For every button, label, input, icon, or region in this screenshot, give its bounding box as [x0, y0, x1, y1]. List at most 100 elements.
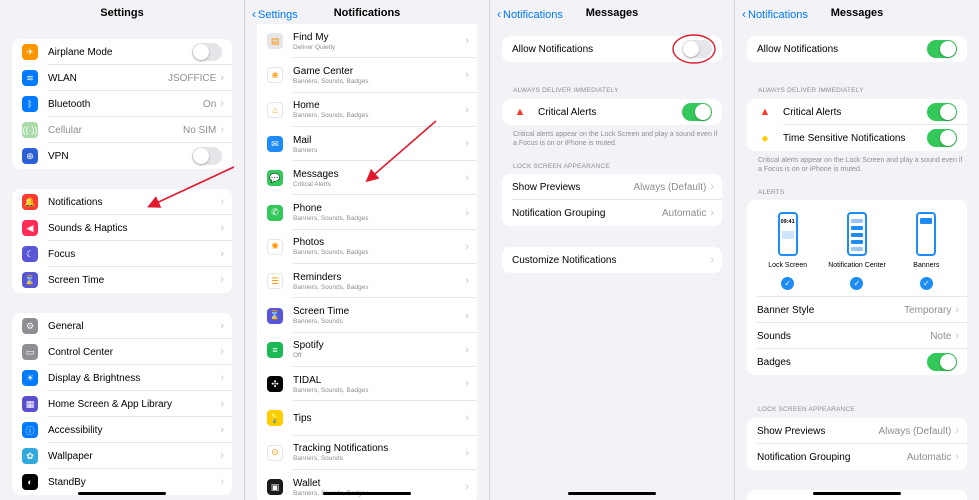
app-row-game-center[interactable]: ❀ Game Center Banners, Sounds, Badges › — [257, 58, 477, 93]
settings-group-general: ⚙ General › ▭ Control Center › ☀ Display & Brig… — [12, 313, 232, 495]
notification-grouping-label: Notification Grouping — [512, 207, 606, 219]
sounds-row[interactable]: Sounds Note › — [747, 323, 967, 349]
chevron-right-icon: › — [465, 172, 469, 185]
alert-style-lock-screen[interactable]: 09:41 Lock Screen ✓ — [753, 212, 822, 290]
app-notification-summary: Deliver Quietly — [293, 43, 336, 51]
app-row-messages[interactable]: 💬 Messages Critical Alerts › — [257, 161, 477, 196]
checkmark-icon: ✓ — [781, 277, 795, 290]
settings-row-display-brightness[interactable]: ☀ Display & Brightness › — [12, 365, 232, 391]
row-label: Screen Time — [48, 274, 105, 286]
customize-notifications-row[interactable]: Customize Notifications › — [502, 247, 722, 273]
standby-icon: ◐ — [22, 474, 38, 490]
chevron-right-icon: › — [465, 240, 469, 253]
row-toggle[interactable] — [192, 43, 222, 61]
chevron-right-icon: › — [465, 103, 469, 116]
notification-grouping-row[interactable]: Notification Grouping Automatic › — [747, 444, 967, 470]
settings-row-airplane-mode[interactable]: ✈ Airplane Mode — [12, 39, 232, 65]
messages-notifications-on-panel: ‹ Notifications Messages Allow Notificati… — [735, 0, 979, 500]
chevron-right-icon: › — [710, 254, 714, 266]
settings-row-wlan[interactable]: ≋ WLAN JSOFFICE › — [12, 65, 232, 91]
app-text: Photos Banners, Sounds, Badges — [293, 237, 465, 256]
show-previews-row[interactable]: Show Previews Always (Default) › — [502, 174, 722, 200]
row-label: Display & Brightness — [48, 372, 141, 384]
app-row-home[interactable]: ⌂ Home Banners, Sounds, Badges › — [257, 93, 477, 127]
app-name: TIDAL — [293, 374, 322, 386]
app-notification-summary: Banners, Sounds — [293, 455, 343, 463]
settings-row-cellular[interactable]: ((·)) Cellular No SIM › — [12, 117, 232, 143]
allow-notifications-toggle[interactable] — [682, 40, 712, 58]
notification-grouping-row[interactable]: Notification Grouping Automatic › — [502, 200, 722, 226]
row-value: No SIM — [182, 124, 217, 136]
row-value: JSOFFICE — [167, 72, 217, 84]
critical-alerts-toggle[interactable] — [927, 103, 957, 121]
app-row-find-my[interactable]: ▤ Find My Deliver Quietly › — [257, 24, 477, 59]
notification-grouping-value: Automatic — [661, 207, 707, 219]
app-row-phone[interactable]: ✆ Phone Banners, Sounds, Badges › — [257, 195, 477, 230]
game-center-icon: ❀ — [267, 67, 283, 84]
row-label: Notifications — [48, 196, 103, 208]
app-name: Screen Time — [293, 306, 350, 318]
app-notification-summary: Banners, Sounds, Badges — [293, 112, 369, 120]
app-name: Reminders — [293, 271, 342, 283]
show-previews-value: Always (Default) — [633, 181, 707, 193]
alert-style-notification-center[interactable]: Notification Center ✓ — [822, 212, 891, 290]
settings-row-focus[interactable]: ☾ Focus › — [12, 241, 232, 267]
settings-row-wallpaper[interactable]: ✿ Wallpaper › — [12, 443, 232, 469]
chevron-right-icon: › — [220, 222, 224, 234]
warning-icon: ▲ — [514, 106, 526, 118]
row-label: VPN — [48, 150, 69, 162]
app-row-reminders[interactable]: ☰ Reminders Banners, Sounds, Badges › — [257, 264, 477, 299]
settings-row-screen-time[interactable]: ⌛ Screen Time › — [12, 267, 232, 293]
app-row-mail[interactable]: ✉ Mail Banners › — [257, 127, 477, 162]
bluetooth-icon: ᛒ — [22, 96, 38, 112]
app-notification-summary: Critical Alerts — [293, 180, 331, 188]
time-sensitive-toggle[interactable] — [927, 129, 957, 147]
chevron-right-icon: › — [220, 476, 224, 488]
lock-screen-time: 09:41 — [780, 219, 795, 225]
settings-panel: Settings ✈ Airplane Mode ≋ WLAN JSOFFICE › ᛒ Bl… — [0, 0, 244, 500]
app-row-tidal[interactable]: ✣ TIDAL Banners, Sounds, Badges › — [257, 367, 477, 402]
chevron-right-icon: › — [465, 481, 469, 493]
hourglass-icon: ⌛ — [267, 307, 283, 324]
messages-icon: 💬 — [267, 170, 283, 187]
app-name: Home — [293, 100, 320, 112]
settings-row-home-screen-app-library[interactable]: ▦ Home Screen & App Library › — [12, 391, 232, 417]
app-row-tips[interactable]: 💡 Tips › — [257, 401, 477, 436]
settings-row-vpn[interactable]: ⊕ VPN — [12, 143, 232, 169]
app-row-wallet[interactable]: ▣WalletBanners, Sounds, Badges› — [257, 470, 477, 500]
page-title: Settings — [100, 7, 144, 19]
row-toggle[interactable] — [192, 147, 222, 165]
chevron-right-icon: › — [220, 424, 224, 436]
settings-row-general[interactable]: ⚙ General › — [12, 313, 232, 339]
settings-row-accessibility[interactable]: ⓘ Accessibility › — [12, 417, 232, 443]
critical-alerts-toggle[interactable] — [682, 103, 712, 121]
settings-row-bluetooth[interactable]: ᛒ Bluetooth On › — [12, 91, 232, 117]
clock-icon: ● — [761, 131, 769, 145]
page-title: Messages — [830, 7, 884, 19]
chevron-right-icon: › — [465, 35, 469, 48]
badges-toggle[interactable] — [927, 353, 957, 371]
show-previews-row[interactable]: Show Previews Always (Default) › — [747, 418, 967, 444]
row-label: Cellular — [48, 124, 82, 136]
app-row-photos[interactable]: ✺ Photos Banners, Sounds, Badges › — [257, 230, 477, 265]
allow-card: Allow Notifications — [747, 36, 967, 62]
app-row-tracking-notifications[interactable]: ⊙ Tracking Notifications Banners, Sounds › — [257, 436, 477, 470]
app-notification-summary: Banners, Sounds — [293, 318, 343, 326]
allow-notifications-toggle[interactable] — [927, 40, 957, 58]
app-row-spotify[interactable]: ≡ Spotify Off › — [257, 333, 477, 367]
app-text: Game Center Banners, Sounds, Badges — [293, 66, 465, 85]
section-header-alerts: ALERTS — [758, 189, 785, 196]
notification-grouping-label: Notification Grouping — [757, 451, 851, 463]
row-label: WLAN — [48, 72, 77, 84]
control-center-icon: ▭ — [22, 344, 38, 360]
row-label: Home Screen & App Library — [48, 398, 172, 410]
banner-style-row[interactable]: Banner Style Temporary › — [747, 297, 967, 323]
home-indicator — [323, 492, 411, 495]
settings-row-sounds-haptics[interactable]: ◀ Sounds & Haptics › — [12, 215, 232, 241]
row-value: On — [202, 98, 217, 110]
app-row-screen-time[interactable]: ⌛ Screen Time Banners, Sounds › — [257, 298, 477, 333]
settings-row-control-center[interactable]: ▭ Control Center › — [12, 339, 232, 365]
notification-center-phone-icon — [846, 212, 867, 256]
alert-style-banners[interactable]: Banners ✓ — [892, 212, 961, 290]
settings-row-notifications[interactable]: 🔔 Notifications › — [12, 189, 232, 215]
